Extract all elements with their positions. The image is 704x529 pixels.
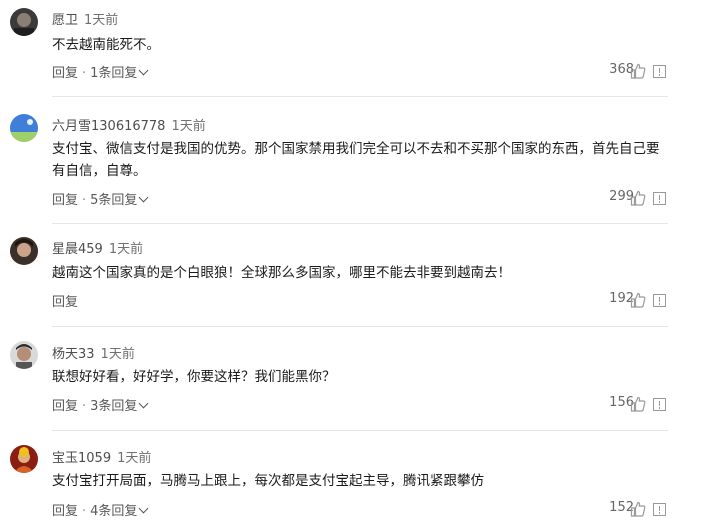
chevron-down-icon — [138, 398, 149, 409]
comment-text: 不去越南能死不。 — [52, 37, 160, 53]
comment-actions: 回复 — [52, 291, 78, 310]
separator-dot: · — [82, 66, 87, 81]
username[interactable]: 杨天33 — [52, 347, 95, 362]
avatar[interactable] — [10, 341, 38, 369]
comment-actions: 回复 · 3条回复 — [52, 395, 149, 414]
reply-button[interactable]: 回复 — [52, 193, 78, 208]
timestamp: 1天前 — [84, 13, 119, 28]
username[interactable]: 星晨459 — [52, 242, 103, 257]
thumb-up-icon[interactable] — [630, 63, 646, 79]
thumb-up-icon[interactable] — [630, 190, 646, 206]
avatar[interactable] — [10, 445, 38, 473]
timestamp: 1天前 — [108, 242, 144, 257]
comment-actions: 回复 · 4条回复 — [52, 500, 149, 519]
chevron-down-icon — [138, 65, 149, 76]
view-replies-button[interactable]: 5条回复 — [90, 192, 149, 208]
report-icon[interactable] — [653, 503, 666, 516]
username[interactable]: 愿卫 — [52, 13, 78, 28]
separator-dot: · — [82, 504, 87, 519]
username[interactable]: 六月雪130616778 — [52, 119, 165, 134]
comment-item: 宝玉1059 1天前 支付宝打开局面，马腾马上跟上，每次都是支付宝起主导，腾讯紧跟… — [0, 431, 704, 529]
timestamp: 1天前 — [171, 119, 206, 134]
thumb-up-icon[interactable] — [630, 292, 646, 308]
avatar[interactable] — [10, 8, 38, 36]
reply-button[interactable]: 回复 — [52, 399, 78, 414]
view-replies-button[interactable]: 4条回复 — [90, 503, 149, 519]
separator-dot: · — [82, 193, 87, 208]
report-icon[interactable] — [653, 192, 666, 205]
reply-count: 1条回复 — [90, 66, 138, 81]
chevron-down-icon — [138, 503, 149, 514]
comment-actions: 回复 · 1条回复 — [52, 62, 149, 81]
comment-meta: 杨天33 1天前 — [52, 343, 135, 362]
comment-meta: 星晨459 1天前 — [52, 238, 143, 257]
comment-text: 越南这个国家真的是个白眼狼！全球那么多国家，哪里不能去非要到越南去！ — [52, 265, 511, 281]
comment-text: 支付宝、微信支付是我国的优势。那个国家禁用我们完全可以不去和不买那个国家的东西，… — [52, 141, 660, 179]
view-replies-button[interactable]: 1条回复 — [90, 65, 149, 81]
reply-button[interactable]: 回复 — [52, 295, 78, 310]
comment-item: 杨天33 1天前 联想好好看，好好学，你要这样？我们能黑你？ 回复 · 3条回复 15… — [0, 327, 704, 430]
separator-dot: · — [82, 399, 87, 414]
avatar[interactable] — [10, 237, 38, 265]
reply-button[interactable]: 回复 — [52, 504, 78, 519]
timestamp: 1天前 — [117, 451, 152, 466]
comment-text: 联想好好看，好好学，你要这样？我们能黑你？ — [52, 369, 336, 385]
report-icon[interactable] — [653, 294, 666, 307]
comment-feed: 愿卫 1天前 不去越南能死不。 回复 · 1条回复 368 六月雪130616778 1… — [0, 0, 704, 529]
avatar[interactable] — [10, 114, 38, 142]
report-icon[interactable] — [653, 65, 666, 78]
comment-item: 愿卫 1天前 不去越南能死不。 回复 · 1条回复 368 — [0, 0, 704, 96]
reply-count: 4条回复 — [90, 504, 138, 519]
comment-item: 星晨459 1天前 越南这个国家真的是个白眼狼！全球那么多国家，哪里不能去非要到越… — [0, 224, 704, 326]
reply-button[interactable]: 回复 — [52, 66, 78, 81]
comment-meta: 宝玉1059 1天前 — [52, 447, 151, 466]
comment-meta: 六月雪130616778 1天前 — [52, 115, 206, 134]
comment-meta: 愿卫 1天前 — [52, 9, 118, 28]
comment-text: 支付宝打开局面，马腾马上跟上，每次都是支付宝起主导，腾讯紧跟攀仿 — [52, 473, 484, 489]
thumb-up-icon[interactable] — [630, 501, 646, 517]
username[interactable]: 宝玉1059 — [52, 451, 111, 466]
thumb-up-icon[interactable] — [630, 396, 646, 412]
reply-count: 3条回复 — [90, 399, 138, 414]
chevron-down-icon — [138, 192, 149, 203]
view-replies-button[interactable]: 3条回复 — [90, 398, 149, 414]
report-icon[interactable] — [653, 398, 666, 411]
comment-item: 六月雪130616778 1天前 支付宝、微信支付是我国的优势。那个国家禁用我们完… — [0, 97, 704, 223]
comment-actions: 回复 · 5条回复 — [52, 189, 149, 208]
reply-count: 5条回复 — [90, 193, 138, 208]
timestamp: 1天前 — [100, 347, 135, 362]
